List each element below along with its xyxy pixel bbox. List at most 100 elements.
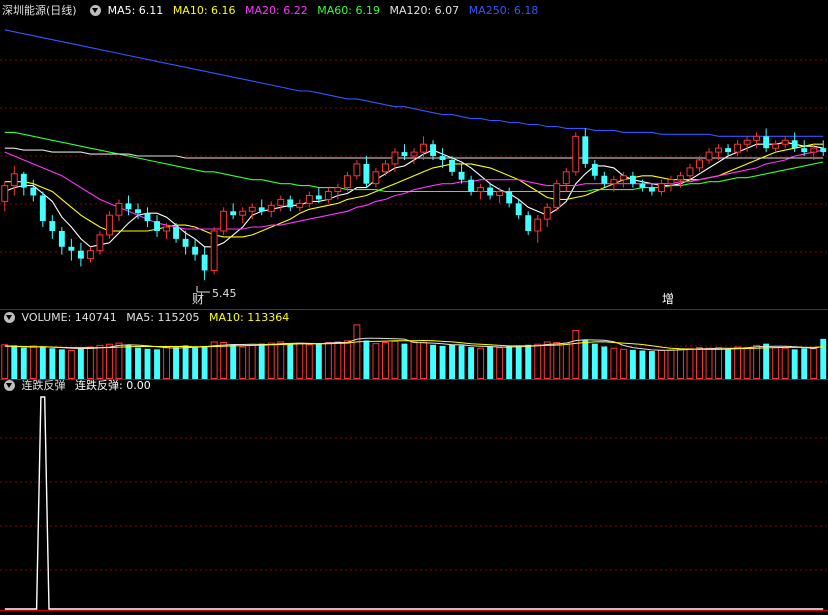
ma120-label: MA120: 6.07: [389, 4, 460, 17]
candle: [105, 211, 113, 239]
volume-bar: [353, 324, 361, 380]
volume-pane: [1, 324, 827, 380]
volume-bar: [715, 347, 723, 379]
candle: [258, 199, 265, 216]
candle: [96, 230, 104, 255]
candle: [334, 183, 342, 200]
candle: [686, 163, 694, 180]
volume-bar: [553, 342, 561, 379]
volume-bar: [363, 340, 370, 379]
candle: [381, 159, 389, 176]
volume-bar: [648, 351, 655, 379]
volume-bar: [77, 347, 84, 379]
volume-bar: [801, 348, 808, 379]
volume-label: VOLUME: 140741: [21, 311, 117, 324]
mark-zeng: 增: [662, 292, 674, 306]
volume-bar: [487, 346, 494, 379]
chevron-down-icon[interactable]: [4, 312, 15, 323]
ma5-label: MA5: 6.11: [107, 4, 164, 17]
candle: [192, 238, 199, 261]
candle: [239, 207, 247, 224]
indicator-name: 连跌反弹: [21, 379, 66, 392]
candle: [68, 238, 75, 261]
volume-bar: [86, 346, 94, 379]
volume-bar: [296, 343, 304, 380]
volume-bar: [144, 348, 151, 379]
volume-bar: [506, 345, 513, 379]
volume-bar: [372, 343, 380, 380]
candle: [49, 215, 56, 239]
volume-bar: [696, 347, 703, 379]
ma10-label: MA10: 6.16: [172, 4, 236, 17]
candle: [210, 227, 218, 275]
chevron-down-icon[interactable]: [4, 380, 15, 391]
candle: [820, 140, 827, 157]
volume-bar: [220, 342, 228, 379]
candle: [477, 183, 485, 200]
candle: [324, 187, 332, 204]
volume-bar: [820, 338, 827, 379]
price-pane: [1, 29, 827, 281]
volume-bar: [562, 342, 570, 379]
volume-bar: [39, 347, 46, 379]
stock-title: 深圳能源(日线): [2, 4, 77, 17]
volume-bar: [772, 347, 780, 379]
candle: [10, 165, 18, 196]
volume-bar: [534, 343, 542, 380]
chevron-down-icon[interactable]: [90, 5, 102, 16]
ma20-label: MA20: 6.22: [245, 4, 308, 17]
candle: [705, 148, 713, 164]
volume-bar: [686, 348, 694, 380]
volume-bar: [677, 348, 684, 379]
indicator-line: [4, 396, 824, 610]
volume-bar: [287, 344, 294, 379]
candle: [267, 201, 275, 218]
volume-bar: [248, 344, 256, 379]
stock-chart[interactable]: 5.45 财 增: [0, 0, 828, 615]
candle: [430, 140, 436, 160]
volume-bar: [391, 340, 399, 380]
candle: [534, 215, 542, 243]
low-price-label: 5.45: [212, 287, 237, 300]
volume-bar: [125, 344, 132, 379]
volume-bar: [49, 348, 56, 379]
candle: [220, 207, 228, 235]
candle: [77, 242, 84, 267]
volume-bar: [468, 347, 475, 379]
indicator-value: 连跌反弹: 0.00: [75, 379, 151, 392]
volume-bar: [543, 341, 551, 380]
volume-bar: [791, 349, 798, 379]
candle: [562, 167, 570, 192]
candle: [363, 156, 370, 188]
volume-bar: [515, 345, 522, 379]
volume-bar: [201, 345, 208, 379]
candle: [39, 191, 46, 228]
volume-bar: [458, 345, 465, 379]
candle: [296, 199, 304, 212]
candle: [515, 199, 522, 220]
volume-bar: [96, 344, 104, 379]
volume-bar: [1, 344, 9, 379]
volume-bar: [572, 330, 580, 379]
volume-bar: [705, 347, 713, 380]
candle: [648, 183, 655, 196]
candle: [582, 128, 589, 168]
candle: [115, 199, 123, 222]
volume-bar: [315, 343, 322, 379]
candle: [343, 171, 351, 192]
volume-bar: [763, 343, 770, 379]
volume-bar: [258, 343, 265, 379]
candle: [154, 215, 160, 237]
candle: [763, 128, 770, 153]
volume-bar: [239, 346, 247, 379]
volume-bar: [743, 347, 751, 379]
annotations: 5.45 财 增: [192, 286, 674, 306]
volume-bar: [67, 350, 75, 379]
volume-bar: [449, 344, 456, 379]
volume-bar: [277, 341, 285, 380]
volume-bar: [267, 342, 275, 379]
volume-bar: [439, 345, 446, 379]
candle: [753, 132, 761, 149]
volume-bar: [582, 339, 589, 379]
volume-bar: [305, 344, 313, 379]
